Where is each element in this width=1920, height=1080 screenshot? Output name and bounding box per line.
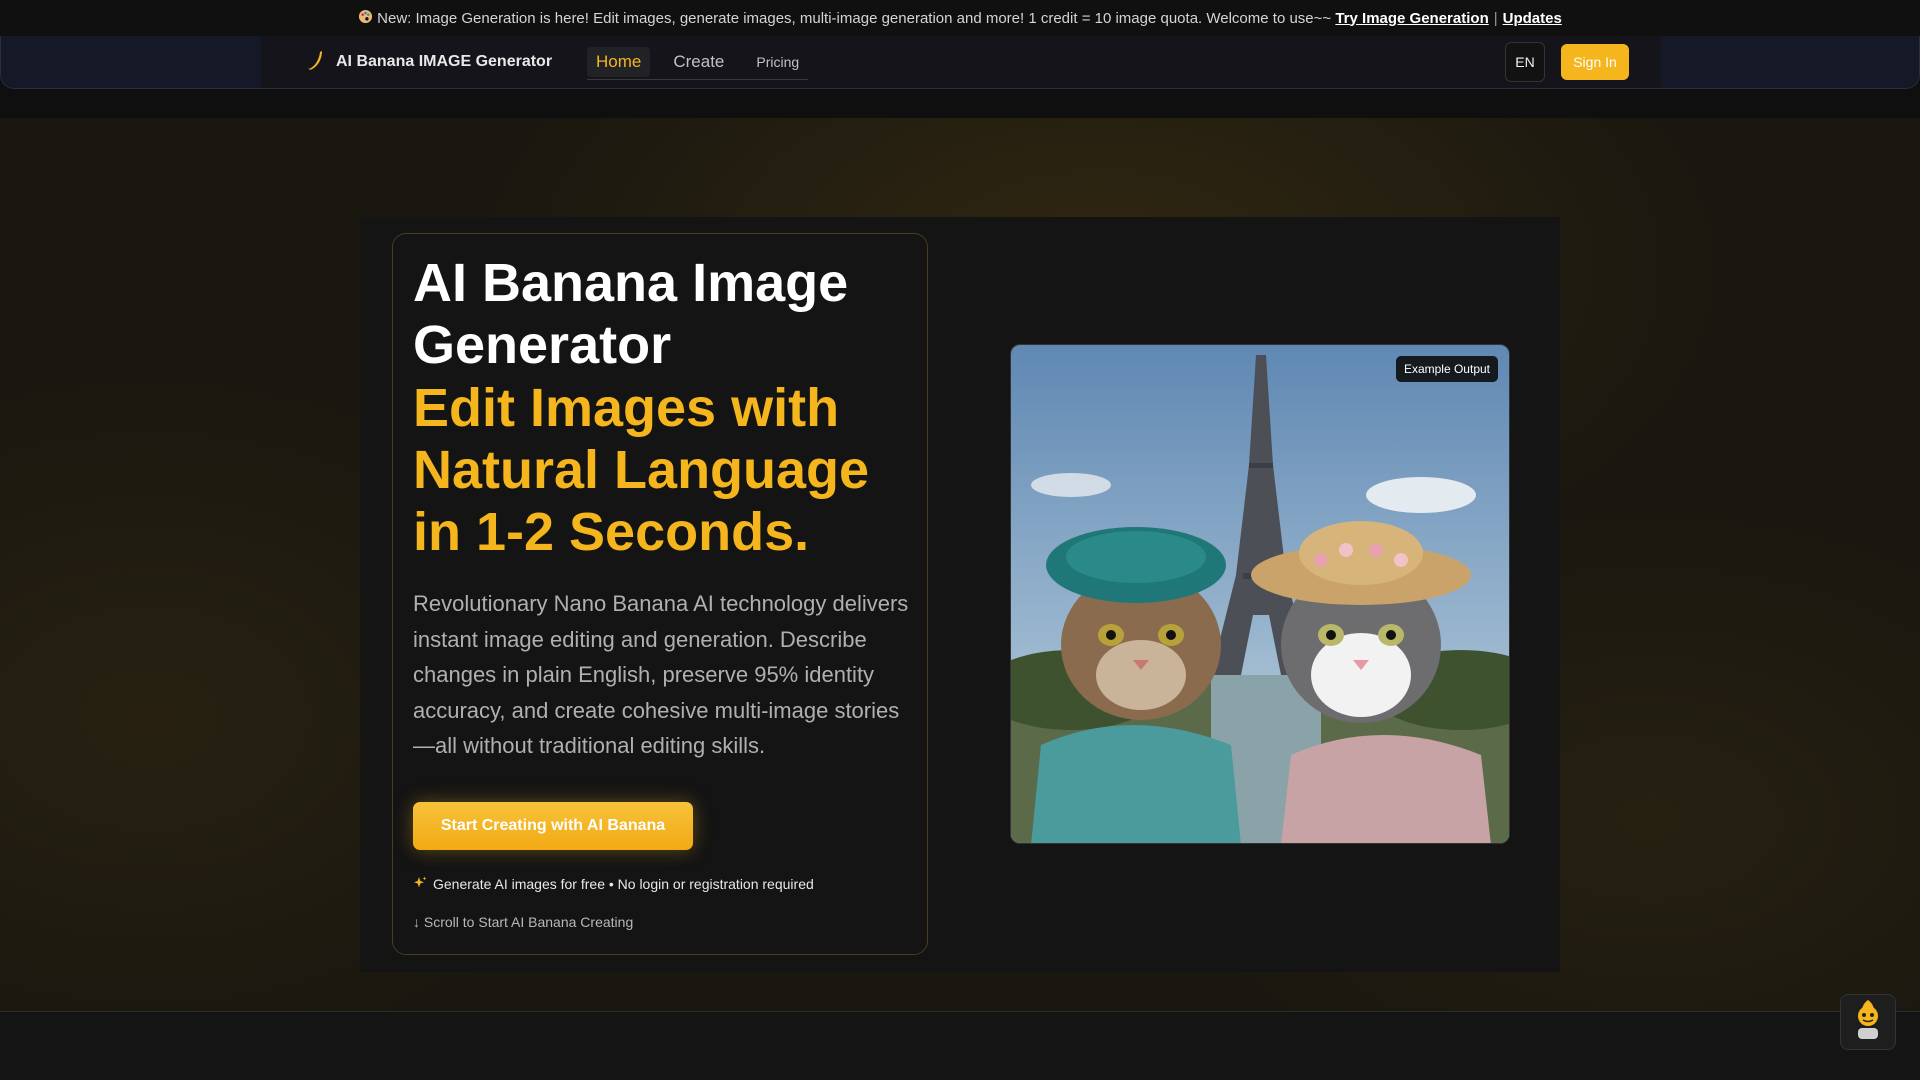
hero-title: AI Banana Image Generator [413, 253, 849, 375]
tab-home[interactable]: Home [587, 46, 651, 77]
palette-icon [358, 9, 373, 27]
updates-link[interactable]: Updates [1503, 10, 1562, 27]
assistant-mascot-button[interactable] [1840, 994, 1896, 1050]
mascot-icon [1850, 998, 1886, 1047]
language-button[interactable]: EN [1505, 42, 1545, 82]
banana-logo-icon [306, 49, 324, 76]
announcement-separator: | [1493, 9, 1498, 27]
brand-link[interactable]: AI Banana IMAGE Generator [306, 36, 552, 88]
next-section [0, 1012, 1920, 1080]
sign-in-button[interactable]: Sign In [1561, 44, 1629, 80]
announcement-text: New: Image Generation is here! Edit imag… [377, 9, 1332, 27]
scroll-hint[interactable]: ↓ Scroll to Start AI Banana Creating [413, 914, 633, 930]
try-image-generation-link[interactable]: Try Image Generation [1335, 10, 1488, 27]
free-note-text: Generate AI images for free • No login o… [433, 876, 814, 892]
cats-eiffel-illustration [1011, 345, 1509, 843]
sparkle-icon [413, 876, 427, 893]
tab-create[interactable]: Create [664, 47, 733, 77]
announcement-bar: New: Image Generation is here! Edit imag… [0, 0, 1920, 36]
free-note: Generate AI images for free • No login o… [413, 874, 814, 894]
hero-description: Revolutionary Nano Banana AI technology … [413, 591, 909, 758]
navbar: AI Banana IMAGE Generator Home Create Pr… [0, 36, 1920, 89]
example-output-badge: Example Output [1395, 356, 1498, 382]
tab-pricing[interactable]: Pricing [747, 47, 808, 77]
start-creating-button[interactable]: Start Creating with AI Banana [413, 802, 693, 850]
hero-subtitle: Edit Images with Natural Language in 1-2… [413, 378, 870, 562]
navbar-inner: AI Banana IMAGE Generator Home Create Pr… [261, 36, 1661, 88]
nav-tabs: Home Create Pricing [587, 44, 809, 80]
example-output-image: Example Output [1010, 344, 1510, 844]
brand-title: AI Banana IMAGE Generator [336, 53, 553, 70]
